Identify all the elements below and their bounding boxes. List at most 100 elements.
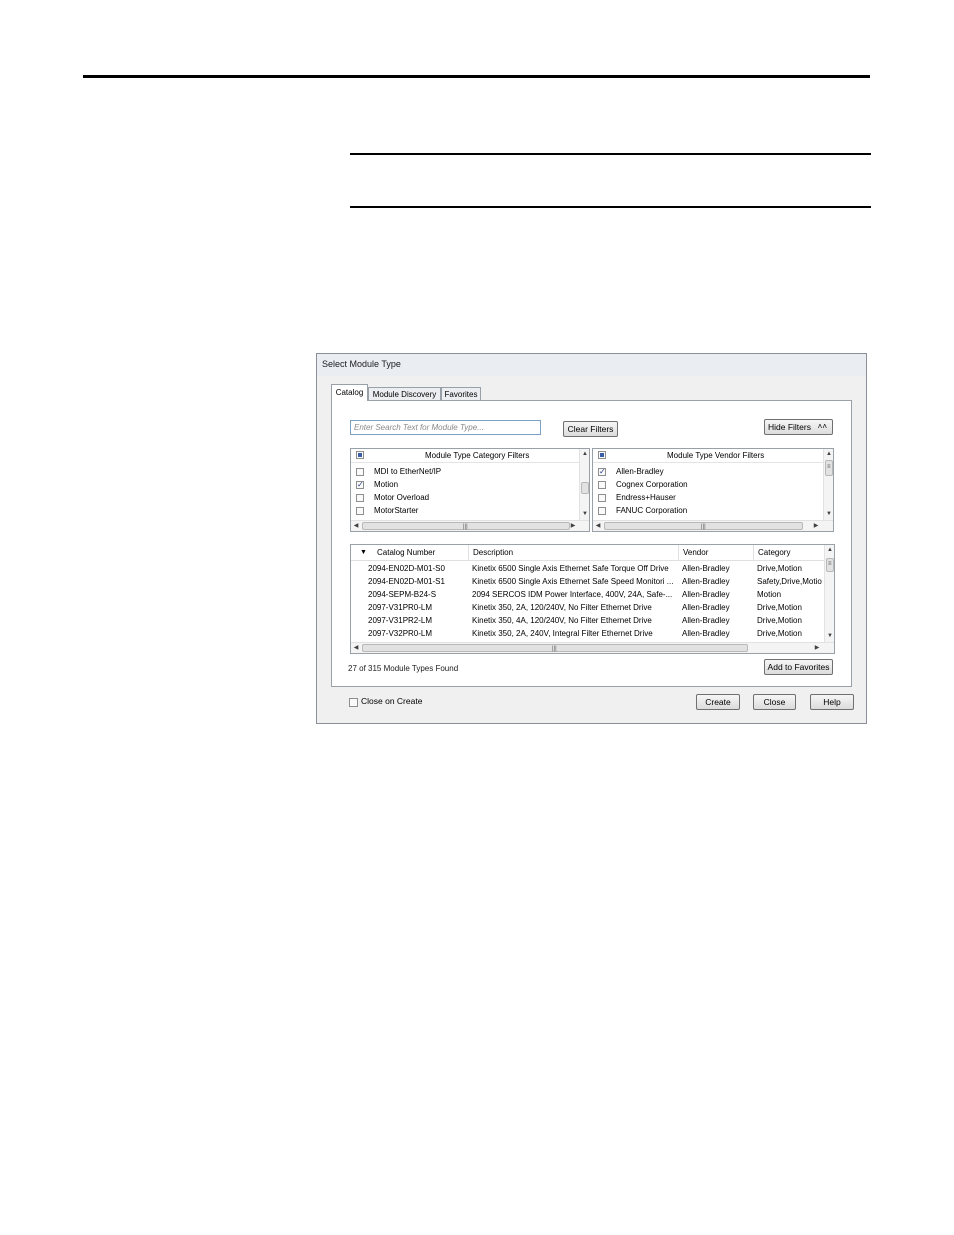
close-on-create-label[interactable]: Close on Create xyxy=(361,696,422,706)
table-row[interactable]: 2094-EN02D-M01-S0 Kinetix 6500 Single Ax… xyxy=(351,563,824,575)
list-item-label: MDI to EtherNet/IP xyxy=(374,467,442,476)
checkbox-checked[interactable]: ✓ xyxy=(356,481,364,489)
list-item[interactable]: FANUC Corporation xyxy=(593,504,823,517)
checkbox[interactable] xyxy=(356,507,364,515)
close-button[interactable]: Close xyxy=(753,694,796,710)
scrollbar-thumb[interactable]: ≡ xyxy=(825,460,833,476)
table-row[interactable]: 2097-V31PR2-LM Kinetix 350, 4A, 120/240V… xyxy=(351,615,824,627)
list-item-label: Endress+Hauser xyxy=(616,493,676,502)
select-module-type-dialog: Select Module Type Catalog Module Discov… xyxy=(316,353,867,724)
column-header-vendor[interactable]: Vendor xyxy=(679,545,754,560)
list-item[interactable]: MDI to EtherNet/IP xyxy=(351,465,579,478)
scrollbar-thumb[interactable] xyxy=(581,482,589,494)
description-cell: Kinetix 350, 2A, 240V, Integral Filter E… xyxy=(472,629,653,638)
vendor-filters-list[interactable]: Module Type Vendor Filters ✓ Allen-Bradl… xyxy=(592,448,834,532)
scroll-up-icon[interactable]: ▲ xyxy=(824,449,833,459)
clear-filters-button[interactable]: Clear Filters xyxy=(563,421,618,437)
list-item[interactable]: ✓ Motion xyxy=(351,478,579,491)
help-button[interactable]: Help xyxy=(810,694,854,710)
vendor-filters-header: Module Type Vendor Filters xyxy=(667,451,765,460)
tab-catalog[interactable]: Catalog xyxy=(331,384,368,401)
description-cell: 2094 SERCOS IDM Power Interface, 400V, 2… xyxy=(472,590,673,599)
description-cell: Kinetix 350, 2A, 120/240V, No Filter Eth… xyxy=(472,603,652,612)
tab-module-discovery[interactable]: Module Discovery xyxy=(368,387,441,400)
column-header-catalog-number[interactable]: Catalog Number xyxy=(373,545,469,560)
list-item-label: Motor Overload xyxy=(374,493,430,502)
list-item-label: Motion xyxy=(374,480,399,489)
search-input[interactable]: Enter Search Text for Module Type... xyxy=(350,420,541,435)
horizontal-scrollbar[interactable]: ◀ ||| ▶ xyxy=(593,520,833,531)
vertical-scrollbar[interactable]: ▲ ▼ xyxy=(579,449,589,520)
checkbox[interactable] xyxy=(356,468,364,476)
table-row[interactable]: 2097-V31PR0-LM Kinetix 350, 2A, 120/240V… xyxy=(351,602,824,614)
scroll-left-icon[interactable]: ◀ xyxy=(351,521,361,531)
catalog-number-cell: 2094-EN02D-M01-S1 xyxy=(368,577,445,586)
category-cell: Motion xyxy=(757,590,782,599)
category-filters-list[interactable]: Module Type Category Filters MDI to Ethe… xyxy=(350,448,590,532)
checkbox[interactable] xyxy=(598,494,606,502)
list-item[interactable]: Endress+Hauser xyxy=(593,491,823,504)
scroll-left-icon[interactable]: ◀ xyxy=(593,521,603,531)
grip-icon: ||| xyxy=(701,524,706,530)
note-top-rule xyxy=(350,153,871,155)
vertical-scrollbar[interactable]: ▲ ≡ ▼ xyxy=(823,449,833,520)
hide-filters-label: Hide Filters xyxy=(768,422,811,432)
checkbox[interactable] xyxy=(356,494,364,502)
vendor-cell: Allen-Bradley xyxy=(682,603,730,612)
checkbox[interactable] xyxy=(598,507,606,515)
category-cell: Drive,Motion xyxy=(757,603,802,612)
scroll-down-icon[interactable]: ▼ xyxy=(825,631,834,641)
scroll-right-icon[interactable]: ▶ xyxy=(812,643,822,653)
catalog-number-cell: 2094-SEPM-B24-S xyxy=(368,590,437,599)
close-on-create-checkbox[interactable] xyxy=(349,698,358,707)
list-item[interactable]: Motor Overload xyxy=(351,491,579,504)
catalog-number-cell: 2094-EN02D-M01-S0 xyxy=(368,564,445,573)
scrollbar-thumb[interactable]: ||| xyxy=(604,522,803,530)
note-bottom-rule xyxy=(350,206,871,208)
vendor-cell: Allen-Bradley xyxy=(682,616,730,625)
vertical-scrollbar[interactable]: ▲ ≡ ▼ xyxy=(824,545,834,642)
category-select-all-checkbox[interactable] xyxy=(356,451,364,459)
scroll-up-icon[interactable]: ▲ xyxy=(825,545,834,555)
scroll-up-icon[interactable]: ▲ xyxy=(580,449,589,459)
list-item-label: Cognex Corporation xyxy=(616,480,688,489)
scroll-right-icon[interactable]: ▶ xyxy=(811,521,821,531)
module-types-table[interactable]: ▼ Catalog Number Description Vendor Cate… xyxy=(350,544,835,654)
checkbox-checked[interactable]: ✓ xyxy=(598,468,606,476)
list-item-label: MotorStarter xyxy=(374,506,419,515)
tab-favorites[interactable]: Favorites xyxy=(441,387,481,400)
scroll-right-icon[interactable]: ▶ xyxy=(568,521,578,531)
table-row[interactable]: 2097-V32PR0-LM Kinetix 350, 2A, 240V, In… xyxy=(351,628,824,640)
add-to-favorites-button[interactable]: Add to Favorites xyxy=(764,659,833,675)
grip-icon: ≡ xyxy=(828,561,832,567)
hide-filters-button[interactable]: Hide Filters ˄˄ xyxy=(764,419,833,435)
table-row[interactable]: 2094-SEPM-B24-S 2094 SERCOS IDM Power In… xyxy=(351,589,824,601)
scrollbar-thumb[interactable]: ||| xyxy=(362,644,748,652)
column-header-description[interactable]: Description xyxy=(469,545,679,560)
checkbox[interactable] xyxy=(598,481,606,489)
catalog-number-cell: 2097-V31PR0-LM xyxy=(368,603,433,612)
vendor-select-all-checkbox[interactable] xyxy=(598,451,606,459)
scroll-down-icon[interactable]: ▼ xyxy=(580,509,589,519)
list-item[interactable]: MotorStarter xyxy=(351,504,579,517)
category-cell: Drive,Motion xyxy=(757,629,802,638)
table-row[interactable]: 2094-EN02D-M01-S1 Kinetix 6500 Single Ax… xyxy=(351,576,824,588)
category-cell: Drive,Motion xyxy=(757,616,802,625)
grip-icon: ≡ xyxy=(827,464,831,470)
scroll-left-icon[interactable]: ◀ xyxy=(351,643,361,653)
scrollbar-thumb[interactable]: ≡ xyxy=(826,558,834,572)
list-item-label: Allen-Bradley xyxy=(616,467,664,476)
table-header: ▼ Catalog Number Description Vendor Cate… xyxy=(351,545,824,561)
list-item[interactable]: Cognex Corporation xyxy=(593,478,823,491)
sort-descending-icon[interactable]: ▼ xyxy=(360,545,367,560)
horizontal-scrollbar[interactable]: ◀ ||| ▶ xyxy=(351,642,834,653)
column-header-category[interactable]: Category xyxy=(754,545,824,560)
list-item[interactable]: ✓ Allen-Bradley xyxy=(593,465,823,478)
vendor-cell: Allen-Bradley xyxy=(682,577,730,586)
category-cell: Safety,Drive,Motio xyxy=(757,577,822,586)
scrollbar-thumb[interactable]: ||| xyxy=(362,522,570,530)
create-button[interactable]: Create xyxy=(696,694,740,710)
horizontal-scrollbar[interactable]: ◀ ||| ▶ xyxy=(351,520,589,531)
vendor-cell: Allen-Bradley xyxy=(682,590,730,599)
scroll-down-icon[interactable]: ▼ xyxy=(824,509,833,519)
